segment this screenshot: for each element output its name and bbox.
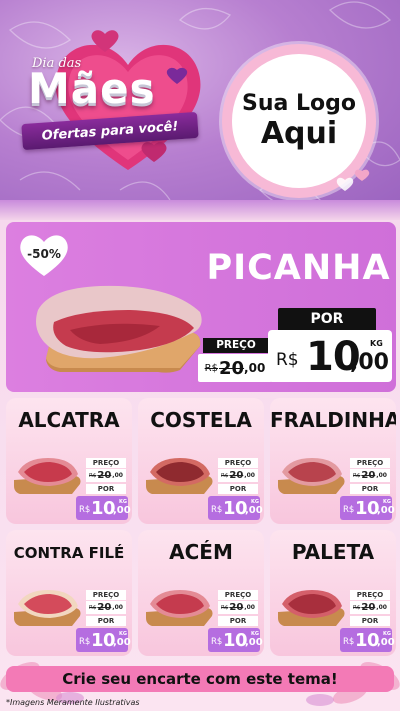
new-price-currency: R$ [211,505,223,515]
cta-banner[interactable]: Crie seu encarte com este tema! [6,666,394,692]
new-price: R$ 10,00 KG [76,496,131,520]
meat-icon [146,590,213,626]
discount-text: -50% [27,247,61,261]
old-price-cents: ,00 [112,472,123,479]
product-name: FRALDINHA [270,408,396,432]
old-price: R$ 20,00 [350,601,390,614]
header-banner: Dia das Mães Ofertas para você! Sua Logo… [0,0,400,212]
new-price-cents: ,00 [350,350,389,375]
old-price-label: PREÇO [203,338,269,353]
logo-text-line2: Aqui [260,115,338,151]
header-divider [0,200,400,220]
old-price: R$ 20,00 [86,601,126,614]
old-price: R$ 20,00 [86,469,126,482]
subtitle-ribbon: Ofertas para você! [21,111,199,151]
product-name: COSTELA [150,408,252,432]
old-price-cents: ,00 [244,604,255,611]
old-price-amount: 20 [229,470,244,481]
old-price-label: PREÇO [86,590,126,600]
price-unit: KG [383,499,391,505]
old-price-cents: ,00 [244,361,266,375]
new-price-cents: ,00 [245,505,263,516]
old-price-label: PREÇO [350,458,390,468]
meat-icon [278,590,345,626]
product-name: PALETA [291,540,375,564]
old-price-amount: 20 [97,602,112,613]
old-price-amount: 20 [229,602,244,613]
logo-placeholder[interactable]: Sua Logo Aqui [232,54,366,188]
heart-icon [354,169,370,181]
new-price-amount: 10 [91,498,116,519]
price-unit: KG [251,499,259,505]
old-price: R$ 20,00 [350,469,390,482]
old-price-amount: 20 [97,470,112,481]
old-price-label: PREÇO [218,458,258,468]
new-price: R$ 10 ,00 KG [268,330,392,382]
old-price-cents: ,00 [376,604,387,611]
new-price-amount: 10 [223,498,248,519]
new-price-cents: ,00 [113,505,131,516]
logo-text-line1: Sua Logo [241,91,356,117]
old-price-currency: R$ [204,362,218,374]
old-price-cents: ,00 [376,472,387,479]
new-price-currency: R$ [79,505,91,515]
new-price: R$ 10,00 KG [340,496,395,520]
old-price-cents: ,00 [112,604,123,611]
new-price-currency: R$ [276,350,299,370]
new-price-label: POR [218,484,258,494]
old-price-label: PREÇO [350,590,390,600]
disclaimer-text: *Imagens Meramente Ilustrativas [6,698,140,707]
product-name: ACÉM [169,540,233,564]
old-price-currency: R$ [221,604,229,611]
new-price-label: POR [350,484,390,494]
old-price-currency: R$ [89,604,97,611]
old-price-cents: ,00 [244,472,255,479]
meat-icon [36,285,202,373]
product-name: ALCATRA [18,408,120,432]
old-price-label: PREÇO [86,458,126,468]
old-price-currency: R$ [221,472,229,479]
old-price-amount: 20 [361,602,376,613]
old-price-currency: R$ [353,604,361,611]
meat-icon [14,590,81,626]
new-price-label: POR [86,616,126,626]
old-price-currency: R$ [89,472,97,479]
new-price-label: POR [350,616,390,626]
old-price-amount: 20 [218,357,245,379]
new-price-label: POR [278,308,376,330]
campaign-title: Dia das Mães Ofertas para você! [21,52,212,162]
product-card[interactable]: ALCATRA PREÇO R$ 20,00 POR R$ 10,00 KG [6,398,132,524]
new-price: R$ 10,00 KG [208,496,263,520]
old-price: R$ 20,00 [218,469,258,482]
price-unit: KG [370,339,383,348]
featured-product-name: PICANHA [206,248,391,288]
new-price-label: POR [86,484,126,494]
old-price-label: PREÇO [218,590,258,600]
new-price-amount: 10 [355,498,380,519]
heart-icon [336,177,354,191]
subtitle-text: Ofertas para você! [41,118,179,144]
discount-badge: -50% [18,232,70,278]
meat-icon [14,458,81,494]
product-name: CONTRA FILÉ [13,544,125,562]
old-price: R$ 20,00 [218,601,258,614]
old-price-currency: R$ [353,472,361,479]
product-card[interactable]: COSTELA PREÇO R$ 20,00 POR R$ 10,00 KG [138,398,264,524]
old-price-amount: 20 [361,470,376,481]
old-price: R$ 20 ,00 [198,354,272,382]
product-card[interactable]: FRALDINHA PREÇO R$ 20,00 POR R$ 10,00 KG [270,398,396,524]
new-price-cents: ,00 [377,505,395,516]
new-price-label: POR [218,616,258,626]
new-price-currency: R$ [343,505,355,515]
meat-icon [146,458,213,494]
featured-offer-card[interactable]: -50% PICANHA PREÇO R$ 20 ,00 POR R$ 10 ,… [6,222,396,392]
meat-icon [278,458,345,494]
title-main: Mães [28,64,156,113]
price-unit: KG [119,499,127,505]
heart-icon [91,30,119,52]
